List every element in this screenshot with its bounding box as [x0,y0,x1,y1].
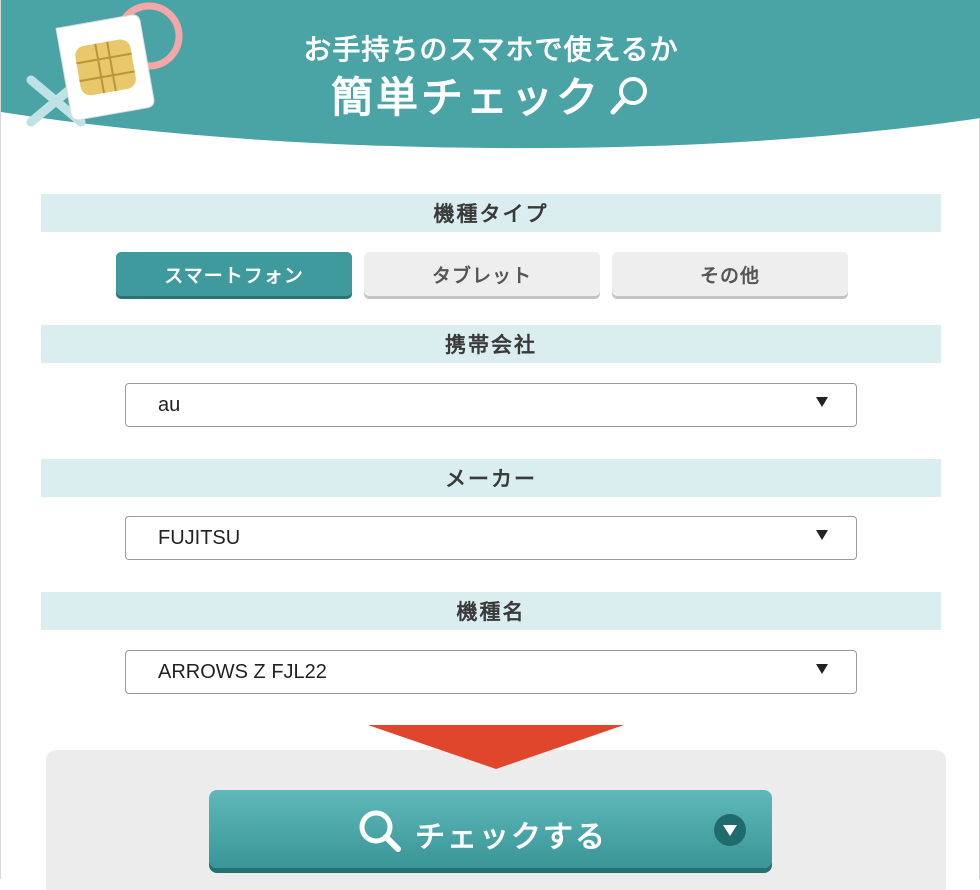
chevron-down-icon [816,530,828,540]
check-button[interactable]: チェックする [209,790,772,868]
check-button-label: チェックする [415,820,607,855]
maker-select[interactable]: FUJITSU [125,516,857,560]
model-select-value: ARROWS Z FJL22 [158,660,327,683]
search-icon [357,808,403,862]
maker-select-value: FUJITSU [158,526,241,549]
carrier-select-value: au [158,393,181,416]
tab-smartphone[interactable]: スマートフォン [116,252,352,296]
tab-other[interactable]: その他 [612,252,848,296]
model-select[interactable]: ARROWS Z FJL22 [125,650,857,694]
header-title-row: 簡単チェック [1,64,980,128]
model-heading: 機種名 [41,592,941,630]
page-frame: お手持ちのスマホで使えるか 簡単チェック 機種タイプ スマートフォン タブレット… [0,0,980,890]
chevron-down-icon [816,397,828,407]
magnify-icon [607,74,651,128]
carrier-heading: 携帯会社 [41,325,941,363]
header-title: 簡単チェック [330,73,601,122]
chevron-down-icon [714,814,746,846]
tab-tablet[interactable]: タブレット [364,252,600,296]
header-subtitle: お手持ちのスマホで使えるか [303,33,679,66]
maker-heading: メーカー [41,459,941,497]
down-arrow-icon [368,725,624,769]
chevron-down-icon [816,664,828,674]
carrier-select[interactable]: au [125,383,857,427]
header-banner: お手持ちのスマホで使えるか 簡単チェック [1,0,980,160]
device-type-heading: 機種タイプ [41,194,941,232]
